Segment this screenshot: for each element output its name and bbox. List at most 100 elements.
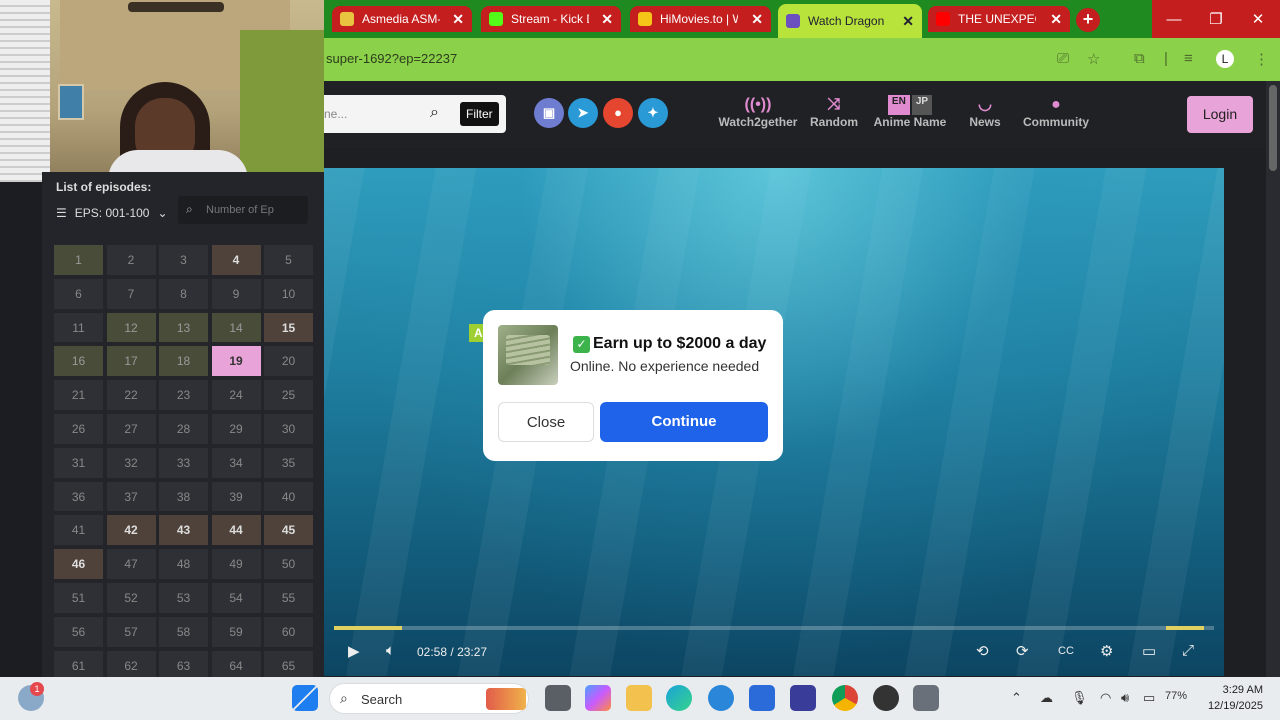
restore-icon[interactable]: ❐ — [1194, 0, 1238, 38]
episode-button[interactable]: 31 — [54, 447, 103, 478]
battery-icon[interactable]: ▭ — [1143, 690, 1155, 706]
episode-button[interactable]: 24 — [211, 380, 261, 410]
episode-button[interactable]: 1 — [54, 245, 103, 275]
menu-kebab-icon[interactable]: ⋮ — [1254, 50, 1269, 68]
pip-icon[interactable]: ▭ — [1142, 642, 1156, 660]
episode-button[interactable]: 3 — [159, 245, 208, 275]
episode-button[interactable]: 19 — [211, 346, 261, 377]
settings-gear-icon[interactable]: ⚙ — [1100, 642, 1113, 660]
forward-10-icon[interactable]: ⟳ — [1016, 642, 1029, 660]
chrome-icon[interactable] — [832, 685, 858, 711]
volume-icon[interactable]: 🔈︎ — [386, 642, 395, 659]
episode-button[interactable]: 25 — [264, 380, 313, 410]
tab-close-icon[interactable]: ✕ — [902, 13, 914, 30]
bookmark-star-icon[interactable]: ☆ — [1087, 50, 1100, 68]
episode-button[interactable]: 46 — [54, 549, 103, 579]
episode-button[interactable]: 20 — [264, 346, 313, 377]
profile-avatar[interactable]: L — [1216, 50, 1234, 68]
episode-button[interactable]: 59 — [211, 616, 261, 647]
app-icon[interactable] — [790, 685, 816, 711]
episode-button[interactable]: 17 — [106, 346, 156, 377]
video-progress-bar[interactable] — [334, 626, 1214, 630]
ad-close-button[interactable]: Close — [498, 402, 594, 442]
search-icon[interactable]: ⌕ — [430, 104, 439, 122]
episode-button[interactable]: 44 — [211, 515, 261, 546]
tab-close-icon[interactable]: ✕ — [751, 11, 763, 28]
tab-close-icon[interactable]: ✕ — [1050, 11, 1062, 28]
episode-search[interactable]: ⌕ Number of Ep — [178, 196, 308, 224]
episode-button[interactable]: 42 — [106, 515, 156, 546]
episode-button[interactable]: 12 — [106, 312, 156, 343]
episode-button[interactable]: 22 — [106, 380, 156, 410]
tab-close-icon[interactable]: ✕ — [601, 11, 613, 28]
telegram-icon[interactable]: ➤ — [568, 98, 598, 128]
episode-search-input[interactable]: Number of Ep — [206, 204, 274, 216]
episode-button[interactable]: 29 — [211, 413, 261, 444]
episode-button[interactable]: 33 — [159, 447, 208, 478]
episode-button[interactable]: 23 — [159, 380, 208, 410]
episode-button[interactable]: 28 — [159, 413, 208, 444]
episode-button[interactable]: 58 — [159, 616, 208, 647]
wifi-icon[interactable]: ◠ — [1100, 690, 1111, 706]
episode-button[interactable]: 43 — [159, 515, 208, 546]
nav-news[interactable]: ◡ News — [966, 95, 1004, 129]
episode-button[interactable]: 35 — [264, 447, 313, 478]
reading-list-icon[interactable]: ≡ — [1184, 50, 1193, 67]
reddit-icon[interactable]: ● — [603, 98, 633, 128]
episode-button[interactable]: 10 — [264, 278, 313, 309]
episode-button[interactable]: 7 — [106, 278, 156, 309]
minimize-icon[interactable]: — — [1152, 0, 1196, 38]
episode-button[interactable]: 60 — [264, 616, 313, 647]
nav-random[interactable]: ⤨ Random — [806, 95, 862, 129]
episode-button[interactable]: 51 — [54, 582, 103, 613]
episode-button[interactable]: 14 — [211, 312, 261, 343]
browser-tab-active[interactable]: Watch Dragon B ✕ — [778, 4, 922, 38]
extensions-icon[interactable]: ⧉ — [1134, 50, 1145, 67]
episode-button[interactable]: 63 — [159, 650, 208, 681]
episode-button[interactable]: 53 — [159, 582, 208, 613]
fullscreen-icon[interactable]: ⤢ — [1182, 642, 1194, 659]
scrollbar-thumb[interactable] — [1269, 85, 1277, 171]
episode-button[interactable]: 32 — [106, 447, 156, 478]
episode-button[interactable]: 56 — [54, 616, 103, 647]
browser-tab[interactable]: THE UNEXPECTE ✕ — [928, 6, 1070, 32]
episode-button[interactable]: 11 — [54, 312, 103, 343]
episode-button[interactable]: 15 — [264, 312, 313, 343]
episode-button[interactable]: 6 — [54, 278, 103, 309]
filter-button[interactable]: Filter — [460, 102, 499, 126]
store-icon[interactable] — [749, 685, 775, 711]
episode-range-dropdown[interactable]: ☰ EPS: 001-100 ⌄ — [56, 206, 168, 220]
url-field[interactable]: super-1692?ep=22237 — [326, 51, 457, 66]
ad-continue-button[interactable]: Continue — [600, 402, 768, 442]
episode-button[interactable]: 57 — [106, 616, 156, 647]
episode-button[interactable]: 4 — [211, 245, 261, 275]
browser-tab[interactable]: Asmedia ASM-1 ✕ — [332, 6, 472, 32]
discord-icon[interactable]: ▣ — [534, 98, 564, 128]
login-button[interactable]: Login — [1187, 96, 1253, 133]
lang-jp[interactable]: JP — [911, 95, 933, 115]
episode-button[interactable]: 49 — [211, 549, 261, 579]
episode-button[interactable]: 64 — [211, 650, 261, 681]
episode-button[interactable]: 38 — [159, 481, 208, 512]
new-tab-button[interactable]: + — [1076, 8, 1100, 32]
chevron-up-icon[interactable]: ⌃ — [1011, 690, 1022, 706]
microphone-icon[interactable]: 🎙︎ — [1071, 690, 1088, 706]
episode-button[interactable]: 41 — [54, 515, 103, 546]
play-icon[interactable]: ▶ — [348, 642, 360, 660]
episode-button[interactable]: 8 — [159, 278, 208, 309]
rewind-10-icon[interactable]: ⟲ — [976, 642, 989, 660]
captions-icon[interactable]: CC — [1058, 645, 1074, 657]
episode-button[interactable]: 45 — [264, 515, 313, 546]
lang-en[interactable]: EN — [887, 95, 910, 115]
episode-button[interactable]: 47 — [106, 549, 156, 579]
episode-button[interactable]: 26 — [54, 413, 103, 444]
copilot-icon[interactable] — [585, 685, 611, 711]
episode-button[interactable]: 21 — [54, 380, 103, 410]
browser-tab[interactable]: Stream - Kick Da ✕ — [481, 6, 621, 32]
episode-button[interactable]: 36 — [54, 481, 103, 512]
cloud-icon[interactable]: ☁ — [1040, 690, 1053, 706]
language-toggle[interactable]: EN JP — [871, 95, 949, 115]
nav-community[interactable]: ● Community — [1021, 95, 1091, 129]
task-view-icon[interactable] — [545, 685, 571, 711]
episode-button[interactable]: 54 — [211, 582, 261, 613]
